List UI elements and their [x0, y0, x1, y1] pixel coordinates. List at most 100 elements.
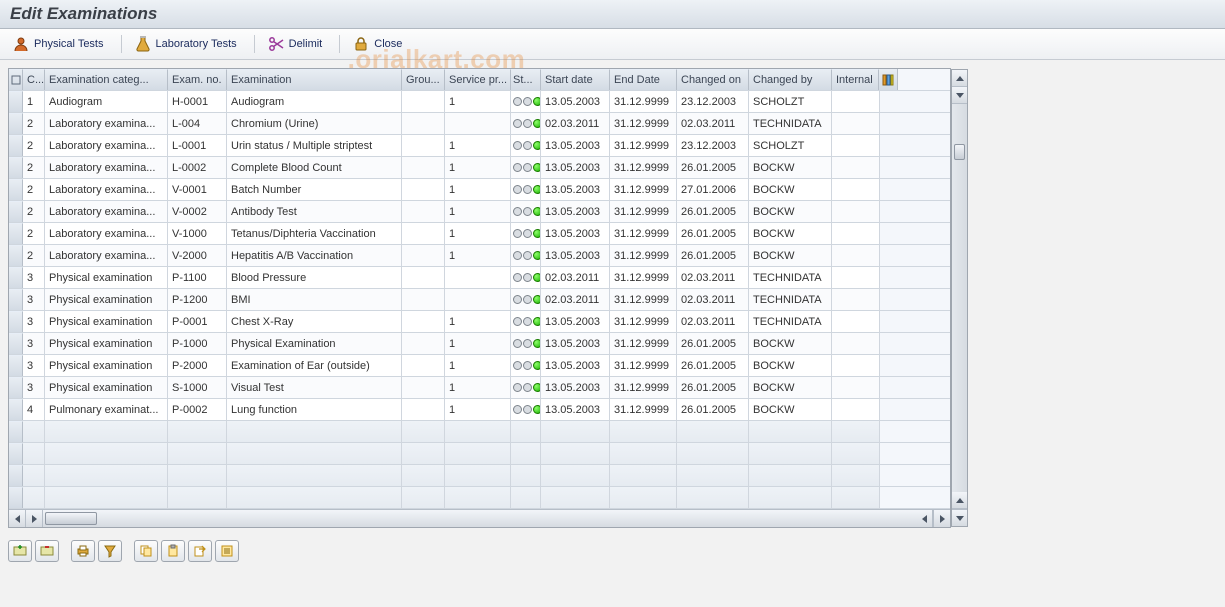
cell-c[interactable]: 3: [23, 289, 45, 310]
row-selector[interactable]: [9, 333, 23, 354]
table-row[interactable]: 3Physical examinationP-1100Blood Pressur…: [9, 267, 950, 289]
cell-c[interactable]: 2: [23, 223, 45, 244]
cell-empty[interactable]: [45, 421, 168, 442]
insert-row-button[interactable]: [8, 540, 32, 562]
cell-ed[interactable]: 31.12.9999: [610, 91, 677, 112]
cell-int[interactable]: [832, 113, 880, 134]
table-row[interactable]: 3Physical examinationS-1000Visual Test11…: [9, 377, 950, 399]
cell-status[interactable]: [511, 399, 541, 420]
cell-exam[interactable]: Lung function: [227, 399, 402, 420]
cell-empty[interactable]: [45, 465, 168, 486]
cell-cat[interactable]: Laboratory examina...: [45, 157, 168, 178]
cell-grp[interactable]: [402, 267, 445, 288]
cell-c[interactable]: 4: [23, 399, 45, 420]
cell-ed[interactable]: 31.12.9999: [610, 399, 677, 420]
cell-ed[interactable]: 31.12.9999: [610, 201, 677, 222]
cell-cb[interactable]: BOCKW: [749, 377, 832, 398]
cell-exam[interactable]: Audiogram: [227, 91, 402, 112]
cell-cb[interactable]: TECHNIDATA: [749, 311, 832, 332]
cell-int[interactable]: [832, 289, 880, 310]
cell-int[interactable]: [832, 157, 880, 178]
row-selector[interactable]: [9, 267, 23, 288]
filter-button[interactable]: [98, 540, 122, 562]
cell-empty[interactable]: [511, 465, 541, 486]
row-selector[interactable]: [9, 465, 23, 486]
cell-int[interactable]: [832, 179, 880, 200]
cell-status[interactable]: [511, 223, 541, 244]
cell-ed[interactable]: 31.12.9999: [610, 289, 677, 310]
cell-c[interactable]: 2: [23, 113, 45, 134]
table-row[interactable]: 2Laboratory examina...L-0001Urin status …: [9, 135, 950, 157]
cell-empty[interactable]: [541, 421, 610, 442]
cell-status[interactable]: [511, 201, 541, 222]
row-selector[interactable]: [9, 311, 23, 332]
hscroll-thumb[interactable]: [45, 512, 97, 525]
cell-status[interactable]: [511, 267, 541, 288]
table-row-empty[interactable]: [9, 421, 950, 443]
cell-srv[interactable]: 1: [445, 157, 511, 178]
cell-exam[interactable]: Complete Blood Count: [227, 157, 402, 178]
cell-empty[interactable]: [402, 421, 445, 442]
cell-exam[interactable]: Visual Test: [227, 377, 402, 398]
scroll-down-button[interactable]: [952, 87, 967, 104]
cell-status[interactable]: [511, 333, 541, 354]
cell-status[interactable]: [511, 289, 541, 310]
cell-exno[interactable]: L-004: [168, 113, 227, 134]
cell-grp[interactable]: [402, 399, 445, 420]
cell-empty[interactable]: [749, 443, 832, 464]
cell-grp[interactable]: [402, 91, 445, 112]
cell-co[interactable]: 26.01.2005: [677, 201, 749, 222]
cell-srv[interactable]: 1: [445, 377, 511, 398]
cell-empty[interactable]: [23, 465, 45, 486]
cell-cb[interactable]: BOCKW: [749, 157, 832, 178]
cell-empty[interactable]: [677, 487, 749, 508]
cell-exam[interactable]: Chest X-Ray: [227, 311, 402, 332]
col-header-status[interactable]: St...: [511, 69, 541, 90]
cell-int[interactable]: [832, 333, 880, 354]
cell-co[interactable]: 02.03.2011: [677, 267, 749, 288]
row-selector[interactable]: [9, 377, 23, 398]
cell-int[interactable]: [832, 135, 880, 156]
cell-exno[interactable]: P-2000: [168, 355, 227, 376]
cell-empty[interactable]: [541, 465, 610, 486]
row-selector[interactable]: [9, 487, 23, 508]
cell-cat[interactable]: Laboratory examina...: [45, 201, 168, 222]
delete-row-button[interactable]: [35, 540, 59, 562]
cell-sd[interactable]: 13.05.2003: [541, 91, 610, 112]
cell-empty[interactable]: [168, 421, 227, 442]
cell-sd[interactable]: 13.05.2003: [541, 245, 610, 266]
cell-cb[interactable]: BOCKW: [749, 245, 832, 266]
cell-sd[interactable]: 13.05.2003: [541, 201, 610, 222]
scroll-up-end-button[interactable]: [952, 492, 967, 509]
cell-empty[interactable]: [832, 443, 880, 464]
cell-co[interactable]: 26.01.2005: [677, 377, 749, 398]
cell-empty[interactable]: [749, 421, 832, 442]
col-header-internal[interactable]: Internal: [832, 69, 879, 90]
cell-empty[interactable]: [402, 487, 445, 508]
cell-exam[interactable]: Physical Examination: [227, 333, 402, 354]
cell-cb[interactable]: TECHNIDATA: [749, 267, 832, 288]
cell-srv[interactable]: 1: [445, 201, 511, 222]
cell-empty[interactable]: [677, 465, 749, 486]
cell-co[interactable]: 26.01.2005: [677, 245, 749, 266]
cell-co[interactable]: 26.01.2005: [677, 223, 749, 244]
cell-cb[interactable]: BOCKW: [749, 333, 832, 354]
cell-empty[interactable]: [610, 465, 677, 486]
cell-exam[interactable]: BMI: [227, 289, 402, 310]
table-row[interactable]: 2Laboratory examina...L-004Chromium (Uri…: [9, 113, 950, 135]
col-header-category[interactable]: Examination categ...: [45, 69, 168, 90]
table-row-empty[interactable]: [9, 487, 950, 509]
cell-co[interactable]: 26.01.2005: [677, 355, 749, 376]
cell-exno[interactable]: S-1000: [168, 377, 227, 398]
column-config-button[interactable]: [879, 69, 898, 90]
cell-empty[interactable]: [677, 421, 749, 442]
vscroll-track[interactable]: [952, 104, 967, 492]
col-header-end-date[interactable]: End Date: [610, 69, 677, 90]
cell-empty[interactable]: [227, 421, 402, 442]
horizontal-scrollbar[interactable]: [9, 509, 950, 527]
cell-co[interactable]: 26.01.2005: [677, 333, 749, 354]
cell-grp[interactable]: [402, 223, 445, 244]
cell-empty[interactable]: [445, 421, 511, 442]
table-row[interactable]: 1AudiogramH-0001Audiogram113.05.200331.1…: [9, 91, 950, 113]
cell-exam[interactable]: Antibody Test: [227, 201, 402, 222]
